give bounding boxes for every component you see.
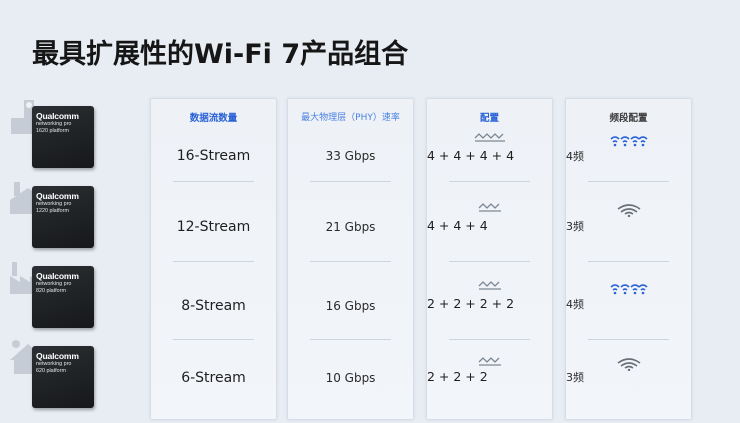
chip-brand: Qualcomm [36, 271, 79, 281]
chip-1220: Qualcomm networking pro 1220 platform [32, 186, 94, 248]
divider [449, 261, 530, 262]
chip-line2: 620 platform [36, 367, 66, 374]
table-cell: 8-Stream [151, 286, 276, 326]
table-cell: 16-Stream [151, 136, 276, 176]
band-value: 3频 [566, 371, 584, 384]
divider [310, 339, 391, 340]
band-value: 4频 [566, 150, 584, 163]
config-value: 2 + 2 + 2 + 2 [427, 296, 515, 311]
product-chip-column: Qualcomm networking pro 1620 platform Qu… [8, 0, 98, 423]
divider [588, 181, 669, 182]
config-value: 4 + 4 + 4 + 4 [427, 148, 515, 163]
chip-line1: networking pro [36, 121, 72, 127]
stream-value: 8-Stream [181, 298, 246, 314]
band-value: 3频 [566, 220, 584, 233]
bands-header: 频段配置 [609, 113, 648, 124]
table-cell: 16 Gbps [288, 286, 413, 326]
chip-line1: networking pro [36, 281, 72, 287]
chip-line1: networking pro [36, 361, 72, 367]
table-cell: 33 Gbps [288, 136, 413, 176]
chip-1620: Qualcomm networking pro 1620 platform [32, 106, 94, 168]
config-panel: 配置 4 + 4 + 4 + 4 4 + 4 + 4 2 + 2 + 2 + 2… [426, 98, 553, 420]
chip-line2: 820 platform [36, 287, 66, 294]
wifi-3band-icon [617, 204, 640, 217]
phy-panel: 最大物理层（PHY）速率 33 Gbps 21 Gbps 16 Gbps 10 … [287, 98, 414, 420]
band-value: 4频 [566, 298, 584, 311]
phy-value: 10 Gbps [325, 371, 376, 385]
chip-brand: Qualcomm [36, 111, 79, 121]
phy-value: 16 Gbps [325, 299, 376, 313]
chip-row: Qualcomm networking pro 1220 platform [8, 178, 98, 248]
phy-header: 最大物理层（PHY）速率 [301, 113, 400, 123]
bands-panel: 频段配置 4频 3频 4频 3频 [565, 98, 692, 420]
table-cell: 6-Stream [151, 358, 276, 398]
streams-panel: 数据流数量 16-Stream 12-Stream 8-Stream 6-Str… [150, 98, 277, 420]
chip-row: Qualcomm networking pro 1620 platform [8, 98, 98, 168]
chip-line2: 1220 platform [36, 207, 69, 214]
stream-value: 6-Stream [181, 370, 246, 386]
divider [588, 261, 669, 262]
phy-value: 33 Gbps [325, 149, 376, 163]
divider [449, 339, 530, 340]
divider [173, 339, 254, 340]
antenna-config-icon [478, 281, 501, 290]
wifi-4band-icon [609, 136, 648, 147]
divider [173, 261, 254, 262]
chip-row: Qualcomm networking pro 620 platform [8, 338, 98, 408]
chip-line1: networking pro [36, 201, 72, 207]
antenna-config-icon [474, 133, 505, 142]
chip-brand: Qualcomm [36, 351, 79, 361]
divider [310, 261, 391, 262]
divider [588, 339, 669, 340]
antenna-config-icon [478, 357, 501, 366]
stream-value: 12-Stream [176, 219, 251, 235]
table-cell: 21 Gbps [288, 207, 413, 247]
chip-820: Qualcomm networking pro 820 platform [32, 266, 94, 328]
divider [173, 181, 254, 182]
divider [449, 181, 530, 182]
divider [310, 181, 391, 182]
table-cell: 10 Gbps [288, 358, 413, 398]
antenna-config-icon [478, 203, 501, 212]
stream-value: 16-Stream [176, 148, 251, 164]
config-header: 配置 [479, 113, 499, 124]
config-value: 2 + 2 + 2 [427, 369, 488, 384]
chip-row: Qualcomm networking pro 820 platform [8, 258, 98, 328]
chip-brand: Qualcomm [36, 191, 79, 201]
config-value: 4 + 4 + 4 [427, 218, 488, 233]
wifi-4band-icon [609, 284, 648, 295]
streams-header: 数据流数量 [189, 113, 238, 124]
phy-value: 21 Gbps [325, 220, 376, 234]
table-cell: 12-Stream [151, 207, 276, 247]
chip-620: Qualcomm networking pro 620 platform [32, 346, 94, 408]
chip-line2: 1620 platform [36, 127, 69, 134]
